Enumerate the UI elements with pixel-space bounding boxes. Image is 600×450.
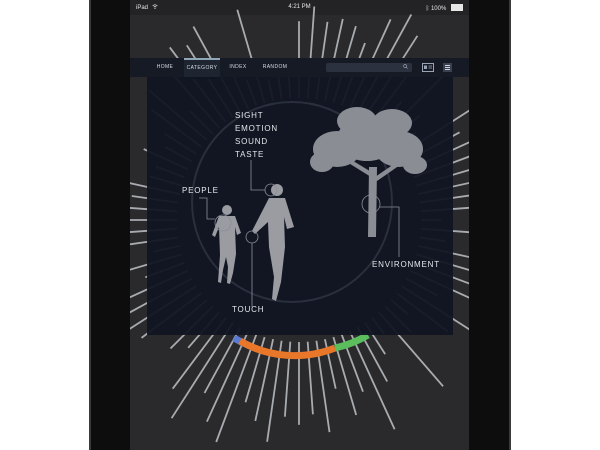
category-overlay-panel: SIGHT EMOTION SOUND TASTE PEOPLE TOUCH E… [147,77,453,335]
tab-home[interactable]: HOME [150,58,180,77]
bezel-edge-right [509,0,511,450]
nav-bar: HOME CATEGORY INDEX RANDOM [130,58,469,79]
sense-sight[interactable]: SIGHT [235,109,278,122]
child-silhouette [212,205,241,284]
app-screen: iPad 4:21 PM ᛒ 100% HOME CATEGORY INDEX … [130,0,469,450]
sense-sound[interactable]: SOUND [235,135,278,148]
search-input[interactable] [326,63,412,72]
environment-label[interactable]: ENVIRONMENT [372,260,440,269]
adult-silhouette [252,184,294,301]
touch-label[interactable]: TOUCH [232,305,264,314]
people-label[interactable]: PEOPLE [182,186,219,195]
sense-taste[interactable]: TASTE [235,148,278,161]
tab-category[interactable]: CATEGORY [184,58,220,79]
search-icon[interactable] [403,64,408,69]
tab-random[interactable]: RANDOM [258,58,292,77]
bezel-edge-left [89,0,91,450]
sense-emotion[interactable]: EMOTION [235,122,278,135]
tab-index[interactable]: INDEX [224,58,252,77]
menu-icon[interactable] [443,63,452,72]
tree-illustration [310,107,427,237]
senses-label-group: SIGHT EMOTION SOUND TASTE [235,109,278,161]
overlay-illustration [191,101,427,307]
id-card-icon[interactable] [422,63,434,72]
category-arc-orange [238,337,337,360]
